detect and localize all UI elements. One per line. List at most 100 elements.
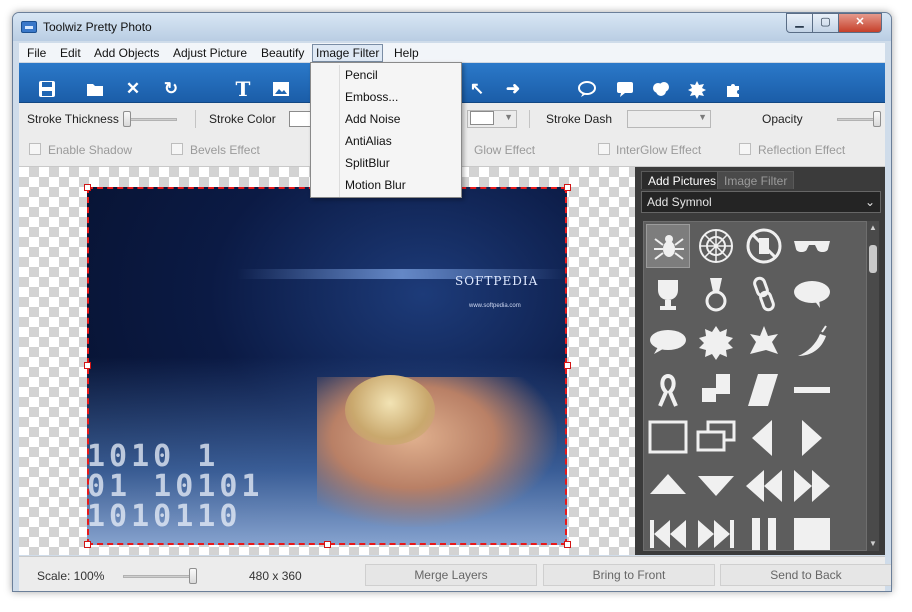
menu-item-antialias[interactable]: AntiAlias: [345, 131, 392, 151]
splat-icon[interactable]: [694, 320, 738, 364]
resize-handle-right[interactable]: [564, 362, 571, 369]
refresh-icon[interactable]: ↻: [161, 79, 181, 99]
resize-handle-bottom[interactable]: [324, 541, 331, 548]
symbol-scrollbar[interactable]: ▲ ▼: [867, 221, 879, 551]
oval-bubble-icon[interactable]: [646, 320, 690, 364]
spider-web-icon[interactable]: [694, 224, 738, 268]
symbol-grid: [643, 221, 867, 551]
scrollbar-thumb[interactable]: [869, 245, 877, 273]
stop-icon[interactable]: [790, 512, 834, 550]
rectangle-icon[interactable]: [646, 416, 690, 460]
triangle-left-icon[interactable]: [742, 416, 786, 460]
selection-border[interactable]: [87, 187, 567, 545]
dash-icon[interactable]: [790, 368, 834, 412]
menu-image-filter[interactable]: Image Filter: [312, 44, 384, 62]
enable-shadow-checkbox[interactable]: [29, 143, 41, 155]
symbol-category-select[interactable]: Add Symnol ⌄: [641, 191, 881, 213]
sunglasses-icon[interactable]: [790, 224, 834, 268]
steps-icon[interactable]: [694, 368, 738, 412]
arrow-right-icon[interactable]: ➜: [503, 79, 523, 99]
stroke-dash-dropdown[interactable]: ▼: [627, 110, 711, 128]
image-dimensions: 480 x 360: [249, 569, 302, 583]
image-filter-menu: Pencil Emboss... Add Noise AntiAlias Spl…: [310, 62, 462, 198]
burst-icon[interactable]: [742, 320, 786, 364]
reflection-effect-checkbox[interactable]: [739, 143, 751, 155]
scroll-up-icon[interactable]: ▲: [869, 223, 877, 232]
trophy-icon[interactable]: [646, 272, 690, 316]
chain-icon[interactable]: [742, 272, 786, 316]
right-panel: Add Pictures Image Filter Add Symnol ⌄ ▲…: [635, 167, 885, 555]
title-bar: Toolwiz Pretty Photo ▁ ▢ ✕: [13, 13, 891, 41]
tab-add-pictures[interactable]: Add Pictures: [641, 171, 724, 189]
scale-thumb[interactable]: [189, 568, 197, 584]
two-rectangles-icon[interactable]: [694, 416, 738, 460]
menu-item-add-noise[interactable]: Add Noise: [345, 109, 400, 129]
scale-slider[interactable]: [123, 575, 193, 578]
image-icon[interactable]: [271, 79, 291, 99]
speech-bubble-icon[interactable]: [577, 79, 597, 99]
opacity-thumb[interactable]: [873, 111, 881, 127]
bevels-effect-checkbox[interactable]: [171, 143, 183, 155]
menu-add-objects[interactable]: Add Objects: [91, 45, 162, 61]
tab-image-filter[interactable]: Image Filter: [717, 171, 795, 189]
chevron-down-icon: ▼: [504, 112, 513, 122]
menu-file[interactable]: File: [24, 45, 49, 61]
triangle-down-icon[interactable]: [694, 464, 738, 508]
menu-bar: File Edit Add Objects Adjust Picture Bea…: [19, 43, 885, 63]
text-icon[interactable]: T: [233, 79, 253, 99]
opacity-label: Opacity: [762, 112, 803, 126]
bring-to-front-button[interactable]: Bring to Front: [543, 564, 715, 586]
triangle-right-icon[interactable]: [790, 416, 834, 460]
symbol-category-value: Add Symnol: [647, 195, 712, 209]
canvas-area[interactable]: SOFTPEDIA www.softpedia.com 1010 1 01 10…: [19, 167, 635, 555]
menu-help[interactable]: Help: [391, 45, 422, 61]
menu-item-pencil[interactable]: Pencil: [345, 65, 378, 85]
menu-item-motion-blur[interactable]: Motion Blur: [345, 175, 406, 195]
callout-icon[interactable]: [615, 79, 635, 99]
save-icon[interactable]: [37, 79, 57, 99]
menu-item-emboss[interactable]: Emboss...: [345, 87, 398, 107]
skip-forward-icon[interactable]: [694, 512, 738, 550]
burst-bubble-icon[interactable]: [687, 79, 707, 99]
stroke-thickness-label: Stroke Thickness: [27, 112, 119, 126]
fast-forward-icon[interactable]: [790, 464, 834, 508]
menu-adjust-picture[interactable]: Adjust Picture: [170, 45, 250, 61]
stroke-thickness-slider[interactable]: [127, 118, 177, 121]
arrow-icon[interactable]: ↖: [467, 79, 487, 99]
menu-item-splitblur[interactable]: SplitBlur: [345, 153, 390, 173]
resize-handle-top-left[interactable]: [84, 184, 91, 191]
menu-edit[interactable]: Edit: [57, 45, 84, 61]
resize-handle-bottom-right[interactable]: [564, 541, 571, 548]
puzzle-icon[interactable]: [723, 79, 743, 99]
speech-bubble-icon[interactable]: [790, 272, 834, 316]
spider-icon[interactable]: [646, 224, 690, 268]
scroll-down-icon[interactable]: ▼: [869, 539, 877, 548]
menu-beautify[interactable]: Beautify: [258, 45, 307, 61]
pause-icon[interactable]: [742, 512, 786, 550]
minimize-button[interactable]: ▁: [786, 13, 813, 33]
reflection-effect-label: Reflection Effect: [758, 143, 846, 157]
stroke-color-dropdown[interactable]: ▼: [467, 110, 517, 128]
parallelogram-icon[interactable]: [742, 368, 786, 412]
rewind-icon[interactable]: [742, 464, 786, 508]
stroke-thickness-thumb[interactable]: [123, 111, 131, 127]
maximize-button[interactable]: ▢: [812, 13, 839, 33]
chili-icon[interactable]: [790, 320, 834, 364]
cloud-bubble-icon[interactable]: [651, 79, 671, 99]
resize-handle-left[interactable]: [84, 362, 91, 369]
enable-shadow-label: Enable Shadow: [48, 143, 133, 157]
close-button[interactable]: ✕: [838, 13, 882, 33]
app-icon: [21, 21, 37, 33]
send-to-back-button[interactable]: Send to Back: [720, 564, 891, 586]
resize-handle-bottom-left[interactable]: [84, 541, 91, 548]
delete-icon[interactable]: ✕: [123, 79, 143, 99]
open-folder-icon[interactable]: [85, 79, 105, 99]
merge-layers-button[interactable]: Merge Layers: [365, 564, 537, 586]
triangle-up-icon[interactable]: [646, 464, 690, 508]
resize-handle-top-right[interactable]: [564, 184, 571, 191]
skip-back-icon[interactable]: [646, 512, 690, 550]
no-drinks-icon[interactable]: [742, 224, 786, 268]
ribbon-icon[interactable]: [646, 368, 690, 412]
medal-icon[interactable]: [694, 272, 738, 316]
interglow-effect-checkbox[interactable]: [598, 143, 610, 155]
